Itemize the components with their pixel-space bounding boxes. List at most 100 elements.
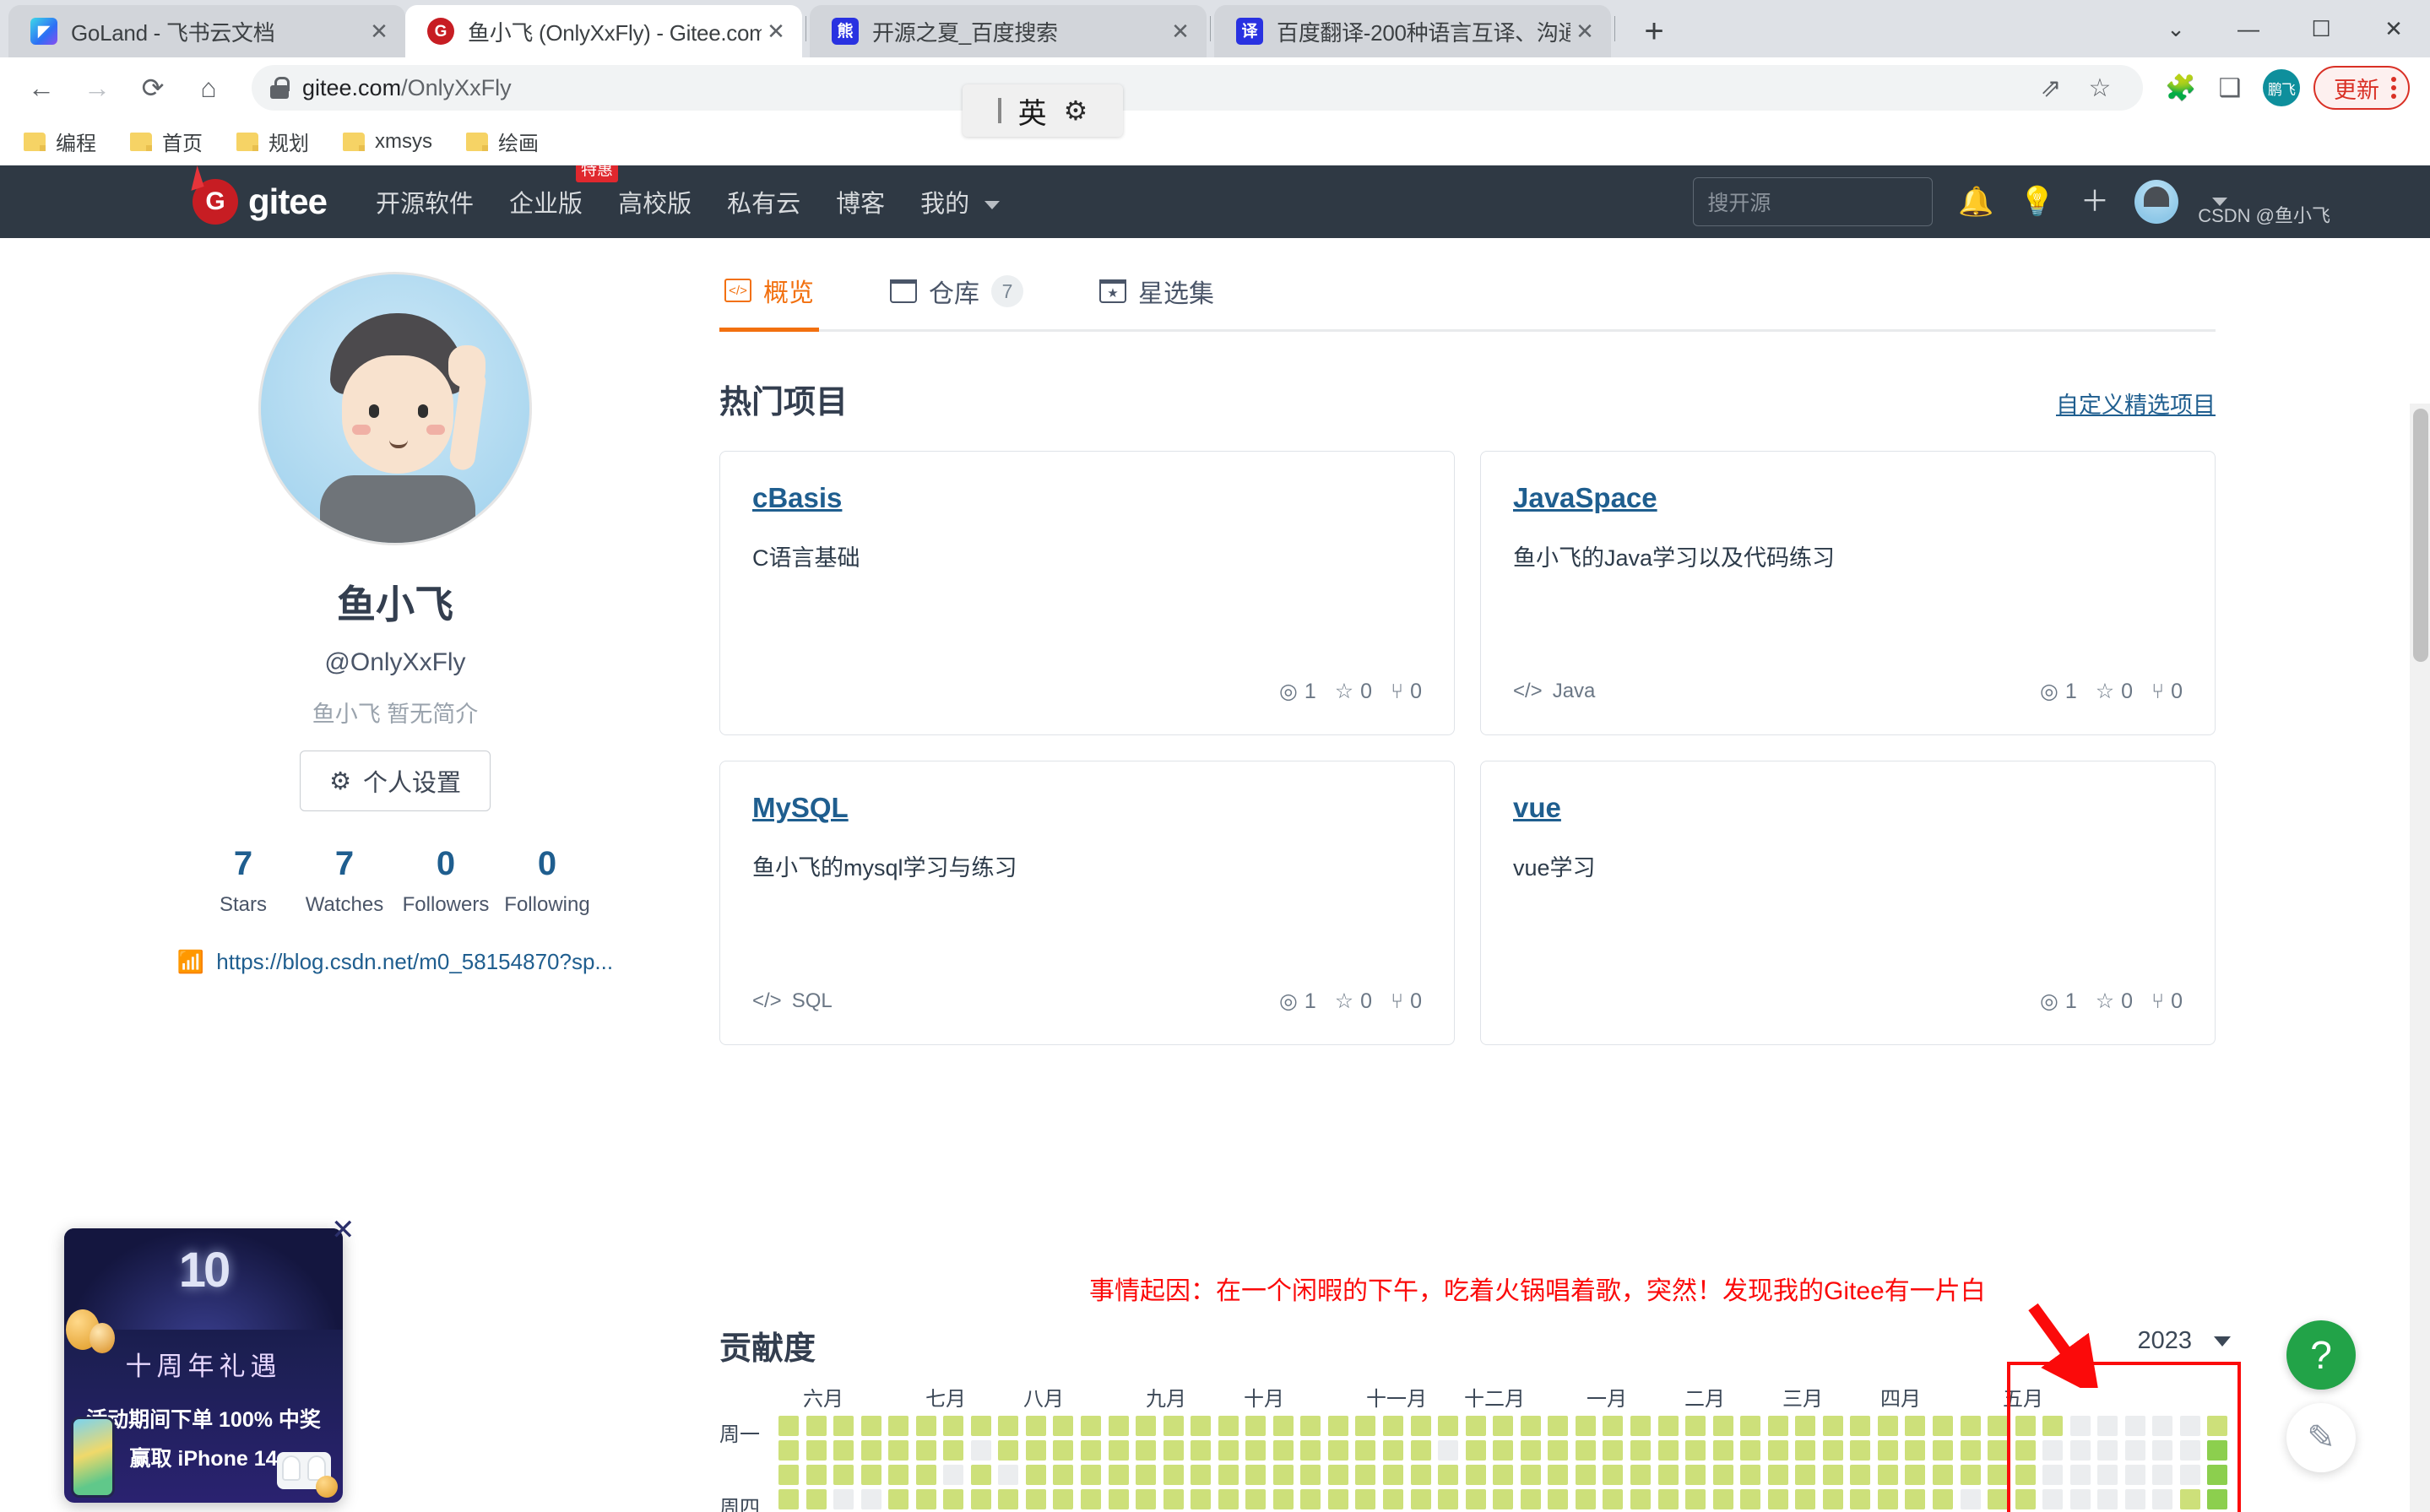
- ime-mode-label[interactable]: 英: [1018, 90, 1047, 132]
- heatmap-cell[interactable]: [1218, 1440, 1239, 1461]
- heatmap-cell[interactable]: [833, 1465, 854, 1485]
- chrome-menu-icon[interactable]: [2391, 77, 2396, 99]
- heatmap-cell[interactable]: [1960, 1416, 1981, 1436]
- profile-blog-link[interactable]: 📶 https://blog.csdn.net/m0_58154870?sp..…: [177, 949, 613, 975]
- nav-item-opensource[interactable]: 开源软件: [376, 184, 474, 219]
- heatmap-cell[interactable]: [805, 1416, 827, 1436]
- project-name[interactable]: MySQL: [752, 792, 1422, 824]
- heatmap-cell[interactable]: [2179, 1489, 2200, 1509]
- heatmap-cell[interactable]: [805, 1440, 827, 1461]
- heatmap-cell[interactable]: [1025, 1489, 1046, 1509]
- heatmap-cell[interactable]: [1218, 1416, 1239, 1436]
- heatmap-cell[interactable]: [2152, 1465, 2173, 1485]
- heatmap-cell[interactable]: [2015, 1440, 2036, 1461]
- heatmap-cell[interactable]: [1822, 1465, 1843, 1485]
- heatmap-cell[interactable]: [943, 1416, 964, 1436]
- heatmap-cell[interactable]: [2124, 1465, 2145, 1485]
- heatmap-cell[interactable]: [1960, 1440, 1981, 1461]
- heatmap-cell[interactable]: [805, 1489, 827, 1509]
- heatmap-cell[interactable]: [943, 1489, 964, 1509]
- heatmap-cell[interactable]: [1191, 1465, 1212, 1485]
- heatmap-cell[interactable]: [1108, 1416, 1129, 1436]
- heatmap-cell[interactable]: [1272, 1440, 1294, 1461]
- heatmap-cell[interactable]: [1520, 1416, 1541, 1436]
- heatmap-cell[interactable]: [1767, 1416, 1788, 1436]
- heatmap-cell[interactable]: [1163, 1440, 1184, 1461]
- browser-tab-gitee[interactable]: G 鱼小飞 (OnlyXxFly) - Gitee.com ✕: [405, 5, 802, 57]
- forward-icon[interactable]: →: [71, 62, 123, 114]
- heatmap-cell[interactable]: [2097, 1489, 2118, 1509]
- heatmap-cell[interactable]: [1603, 1465, 1624, 1485]
- heatmap-cell[interactable]: [1850, 1465, 1871, 1485]
- heatmap-cell[interactable]: [1081, 1489, 1102, 1509]
- heatmap-cell[interactable]: [2069, 1440, 2091, 1461]
- gitee-logo[interactable]: G gitee: [193, 179, 328, 225]
- window-close-button[interactable]: ✕: [2357, 0, 2430, 57]
- heatmap-cell[interactable]: [1438, 1465, 1459, 1485]
- heatmap-cell[interactable]: [970, 1465, 991, 1485]
- heatmap-cell[interactable]: [1932, 1440, 1953, 1461]
- heatmap-cell[interactable]: [1932, 1416, 1953, 1436]
- bookmark-item[interactable]: 首页: [130, 127, 203, 156]
- heatmap-cell[interactable]: [1493, 1465, 1514, 1485]
- heatmap-cell[interactable]: [860, 1489, 881, 1509]
- heatmap-cell[interactable]: [1603, 1489, 1624, 1509]
- heatmap-cell[interactable]: [1740, 1489, 1761, 1509]
- heatmap-cell[interactable]: [998, 1416, 1019, 1436]
- heatmap-cell[interactable]: [1053, 1440, 1074, 1461]
- extensions-icon[interactable]: 🧩: [2156, 63, 2205, 112]
- heatmap-cell[interactable]: [1191, 1440, 1212, 1461]
- heatmap-cell[interactable]: [1300, 1489, 1321, 1509]
- heatmap-cell[interactable]: [1520, 1465, 1541, 1485]
- heatmap-cell[interactable]: [1493, 1440, 1514, 1461]
- heatmap-cell[interactable]: [2069, 1489, 2091, 1509]
- project-name[interactable]: JavaSpace: [1513, 482, 2183, 514]
- heatmap-cell[interactable]: [1410, 1416, 1431, 1436]
- tab-repositories[interactable]: 仓库 7: [885, 260, 1028, 329]
- heatmap-cell[interactable]: [1383, 1465, 1404, 1485]
- stat-watches[interactable]: 7 Watches: [294, 845, 395, 917]
- heatmap-cell[interactable]: [1795, 1465, 1816, 1485]
- heatmap-cell[interactable]: [1630, 1465, 1651, 1485]
- heatmap-cell[interactable]: [1053, 1416, 1074, 1436]
- heatmap-cell[interactable]: [1465, 1465, 1486, 1485]
- heatmap-cell[interactable]: [1685, 1489, 1706, 1509]
- heatmap-cell[interactable]: [2152, 1489, 2173, 1509]
- heatmap-cell[interactable]: [1410, 1489, 1431, 1509]
- browser-tab-baidu-fanyi[interactable]: 译 百度翻译-200种语言互译、沟通… ✕: [1214, 5, 1611, 57]
- heatmap-cell[interactable]: [1410, 1465, 1431, 1485]
- sidepanel-icon[interactable]: ❑: [2205, 63, 2254, 112]
- heatmap-cell[interactable]: [970, 1440, 991, 1461]
- heatmap-cell[interactable]: [1136, 1489, 1157, 1509]
- heatmap-cell[interactable]: [1191, 1489, 1212, 1509]
- heatmap-cell[interactable]: [1630, 1440, 1651, 1461]
- heatmap-cell[interactable]: [1493, 1416, 1514, 1436]
- share-icon[interactable]: ⇗: [2026, 63, 2075, 112]
- update-button[interactable]: 更新: [2313, 66, 2410, 110]
- project-card[interactable]: cBasis C语言基础 ◎ 1 ☆ 0 ⑂ 0: [719, 451, 1455, 735]
- heatmap-cell[interactable]: [2097, 1440, 2118, 1461]
- heatmap-cell[interactable]: [1822, 1416, 1843, 1436]
- heatmap-cell[interactable]: [1465, 1489, 1486, 1509]
- heatmap-cell[interactable]: [860, 1416, 881, 1436]
- heatmap-cell[interactable]: [778, 1416, 799, 1436]
- heatmap-cell[interactable]: [2179, 1440, 2200, 1461]
- heatmap-cell[interactable]: [943, 1440, 964, 1461]
- heatmap-cell[interactable]: [805, 1465, 827, 1485]
- heatmap-cell[interactable]: [2069, 1465, 2091, 1485]
- heatmap-cell[interactable]: [1548, 1465, 1569, 1485]
- heatmap-cell[interactable]: [1795, 1416, 1816, 1436]
- heatmap-cell[interactable]: [1932, 1465, 1953, 1485]
- heatmap-cell[interactable]: [1081, 1416, 1102, 1436]
- heatmap-cell[interactable]: [1136, 1465, 1157, 1485]
- heatmap-cell[interactable]: [970, 1416, 991, 1436]
- heatmap-cell[interactable]: [1657, 1416, 1679, 1436]
- bookmark-item[interactable]: 编程: [24, 127, 96, 156]
- profile-avatar[interactable]: 鹏飞: [2263, 69, 2300, 106]
- contribution-heatmap[interactable]: [778, 1416, 2231, 1512]
- heatmap-cell[interactable]: [2207, 1465, 2228, 1485]
- heatmap-cell[interactable]: [1493, 1489, 1514, 1509]
- project-name[interactable]: cBasis: [752, 482, 1422, 514]
- heatmap-cell[interactable]: [1630, 1416, 1651, 1436]
- lightbulb-icon[interactable]: 💡: [2020, 187, 2055, 216]
